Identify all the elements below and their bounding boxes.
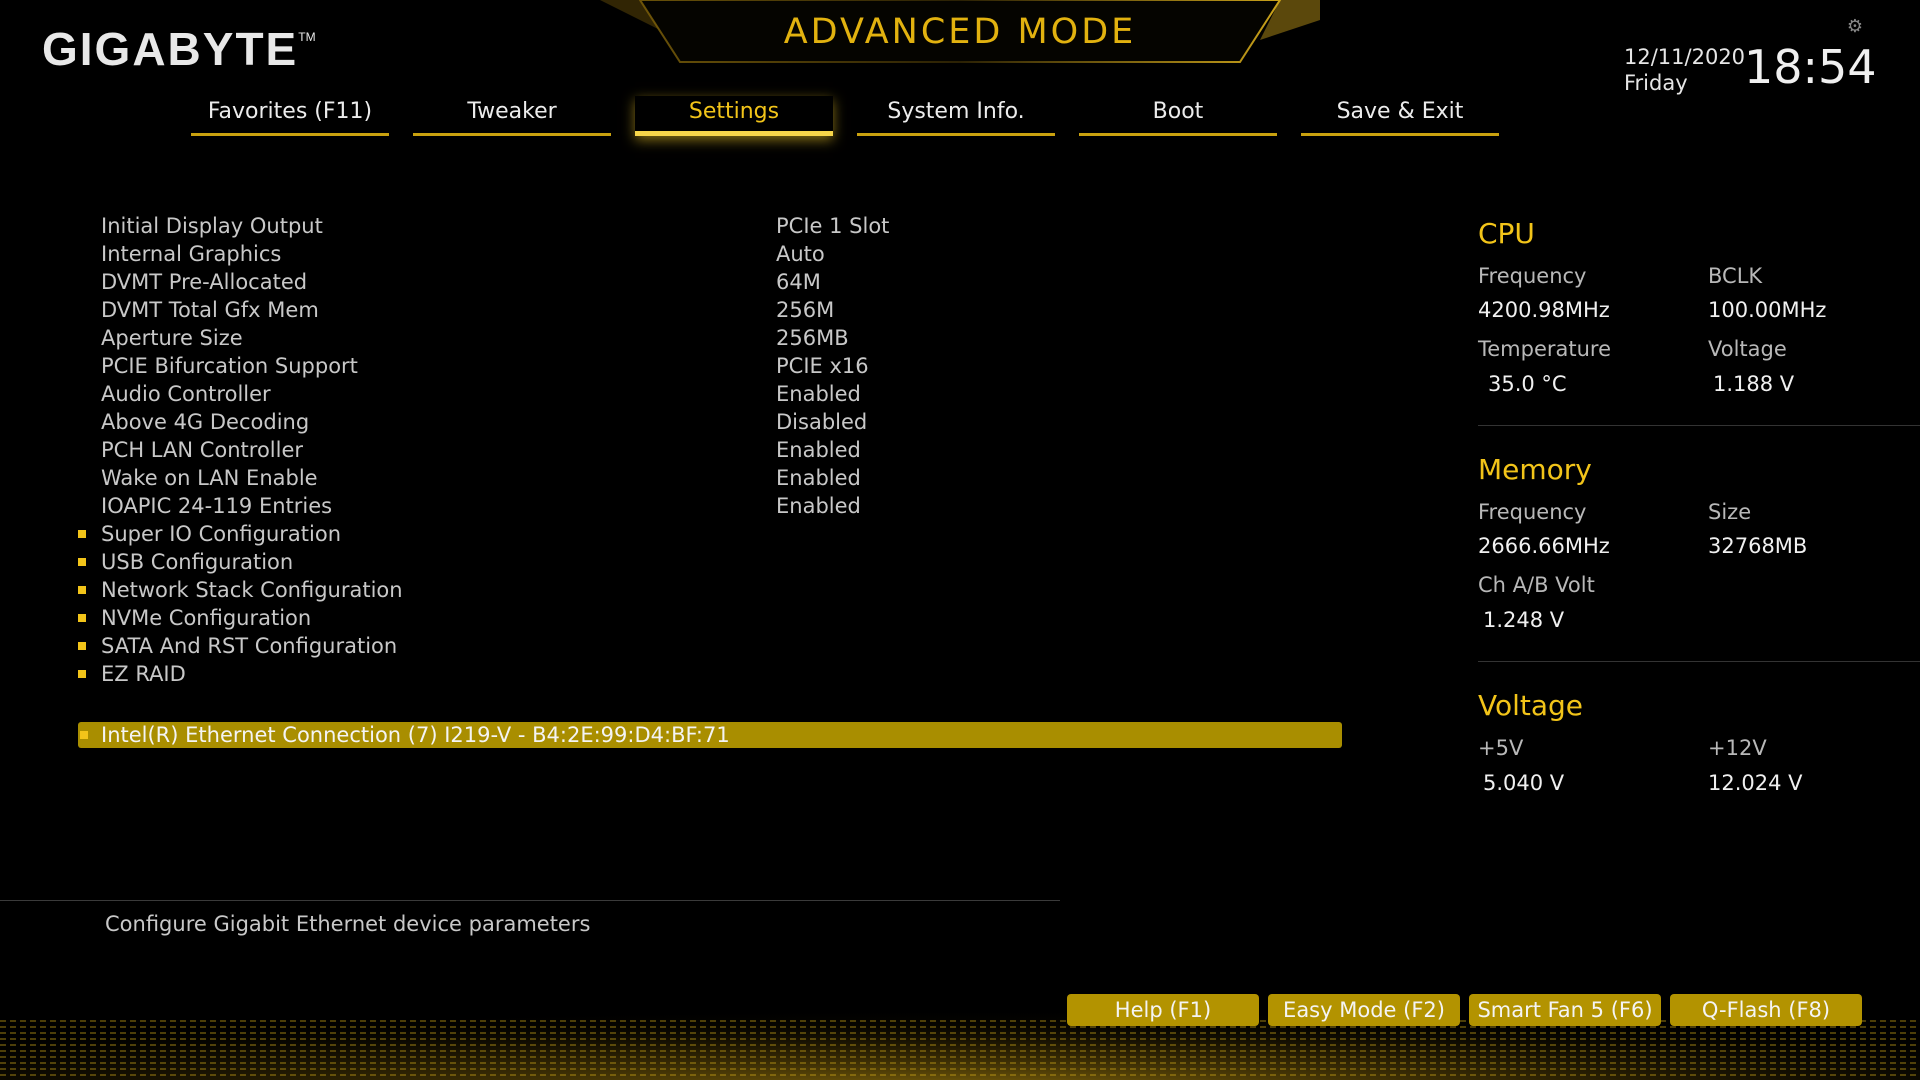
bullet-icon — [78, 670, 86, 678]
setting-value: Enabled — [776, 382, 861, 406]
setting-value: Enabled — [776, 466, 861, 490]
setting-value: PCIE x16 — [776, 354, 869, 378]
clock-time: 18:54 — [1744, 40, 1877, 94]
mode-title: ADVANCED MODE — [783, 12, 1137, 52]
memory-frequency-value: 2666.66MHz — [1478, 534, 1610, 558]
tab-settings[interactable]: Settings — [635, 96, 833, 136]
setting-value: Enabled — [776, 494, 861, 518]
date-text: 12/11/2020 — [1624, 45, 1746, 69]
setting-value: Auto — [776, 242, 825, 266]
cpu-title: CPU — [1478, 217, 1535, 250]
memory-volt-label: Ch A/B Volt — [1478, 573, 1595, 597]
bullet-icon — [78, 530, 86, 538]
setting-value: 256M — [776, 298, 835, 322]
smart-fan-button[interactable]: Smart Fan 5 (F6) — [1469, 994, 1661, 1026]
bullet-icon — [78, 586, 86, 594]
tab-system-info[interactable]: System Info. — [857, 96, 1055, 136]
setting-value: Enabled — [776, 438, 861, 462]
memory-size-label: Size — [1708, 500, 1752, 524]
gigabyte-logo: GIGABYTETM — [42, 23, 316, 75]
voltage-title: Voltage — [1478, 689, 1584, 722]
cpu-voltage-label: Voltage — [1708, 337, 1787, 361]
section-divider — [1478, 425, 1920, 426]
memory-volt-value: 1.248 V — [1483, 608, 1565, 632]
setting-value: Disabled — [776, 410, 868, 434]
memory-title: Memory — [1478, 453, 1592, 486]
easy-mode-button[interactable]: Easy Mode (F2) — [1268, 994, 1460, 1026]
day-text: Friday — [1624, 71, 1688, 95]
selected-ethernet-item[interactable]: Intel(R) Ethernet Connection (7) I219-V … — [78, 722, 1342, 748]
cpu-bclk-label: BCLK — [1708, 264, 1763, 288]
tab-favorites[interactable]: Favorites (F11) — [191, 96, 389, 136]
help-divider — [0, 900, 1060, 901]
setting-value: PCIe 1 Slot — [776, 214, 890, 238]
tab-tweaker[interactable]: Tweaker — [413, 96, 611, 136]
tab-boot[interactable]: Boot — [1079, 96, 1277, 136]
datetime-date: 12/11/2020 Friday — [1624, 44, 1745, 96]
cpu-temperature-value: 35.0 °C — [1488, 372, 1567, 396]
voltage-5v-label: +5V — [1478, 736, 1524, 760]
setting-value: 64M — [776, 270, 821, 294]
memory-frequency-label: Frequency — [1478, 500, 1587, 524]
bullet-icon — [78, 558, 86, 566]
bullet-icon — [78, 614, 86, 622]
cpu-frequency-value: 4200.98MHz — [1478, 298, 1610, 322]
voltage-12v-label: +12V — [1708, 736, 1767, 760]
voltage-12v-value: 12.024 V — [1708, 771, 1803, 795]
help-text: Configure Gigabit Ethernet device parame… — [105, 912, 591, 936]
voltage-5v-value: 5.040 V — [1483, 771, 1565, 795]
help-button[interactable]: Help (F1) — [1067, 994, 1259, 1026]
bullet-icon — [80, 731, 88, 739]
section-divider — [1478, 661, 1920, 662]
bullet-icon — [78, 642, 86, 650]
setting-value: 256MB — [776, 326, 849, 350]
cpu-bclk-value: 100.00MHz — [1708, 298, 1827, 322]
gear-icon[interactable]: ⚙ — [1846, 18, 1864, 36]
cpu-frequency-label: Frequency — [1478, 264, 1587, 288]
memory-size-value: 32768MB — [1708, 534, 1808, 558]
tab-save-exit[interactable]: Save & Exit — [1301, 96, 1499, 136]
cpu-temperature-label: Temperature — [1478, 337, 1612, 361]
q-flash-button[interactable]: Q-Flash (F8) — [1670, 994, 1862, 1026]
cpu-voltage-value: 1.188 V — [1713, 372, 1795, 396]
